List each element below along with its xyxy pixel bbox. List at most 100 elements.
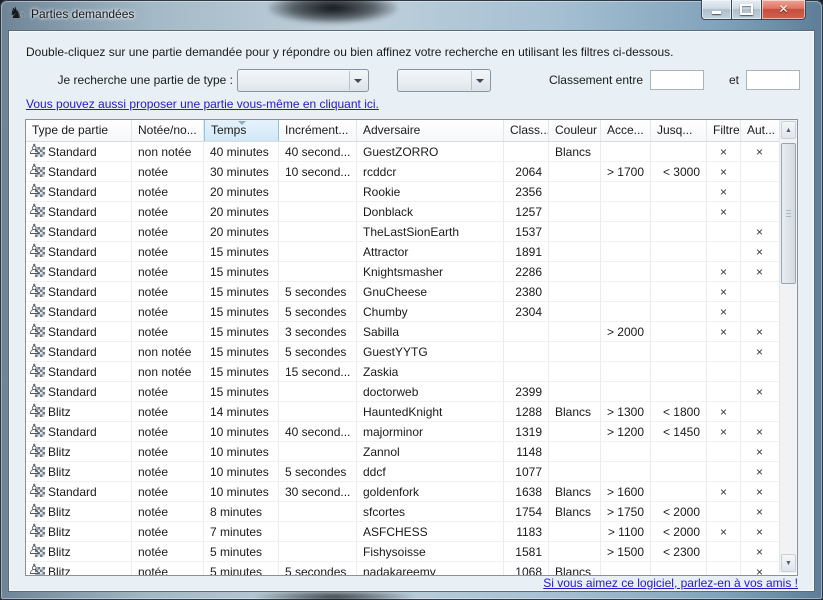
column-header-notee[interactable]: Notée/no... bbox=[132, 120, 204, 141]
table-row[interactable]: Blitznotée10 minutes5 secondesddcf1077× bbox=[26, 462, 797, 482]
column-header-jusqua[interactable]: Jusq... bbox=[651, 120, 707, 141]
cell-type: Blitz bbox=[26, 502, 132, 521]
cell-filtre bbox=[707, 222, 741, 241]
column-header-accepte[interactable]: Acce... bbox=[601, 120, 651, 141]
cell-type: Blitz bbox=[26, 462, 132, 481]
cell-accepte bbox=[601, 302, 651, 321]
column-header-aut[interactable]: Aut... bbox=[741, 120, 778, 141]
scrollbar-thumb[interactable] bbox=[781, 143, 796, 284]
cell-classement: 2286 bbox=[504, 262, 549, 281]
cell-adversaire: rcddcr bbox=[357, 162, 504, 181]
pawn-checkerboard-icon bbox=[28, 244, 45, 259]
table-row[interactable]: Blitznotée5 minutes5 secondesnadakareemy… bbox=[26, 562, 797, 575]
column-header-increment[interactable]: Incrément... bbox=[279, 120, 357, 141]
cell-notee: notée bbox=[132, 182, 204, 201]
vertical-scrollbar[interactable]: ▲ ▼ bbox=[779, 120, 797, 573]
cell-accepte bbox=[601, 562, 651, 575]
cell-aut bbox=[741, 282, 778, 301]
cell-notee: notée bbox=[132, 262, 204, 281]
title-bar[interactable]: ♞♘ Parties demandées ✕ bbox=[0, 0, 823, 30]
sort-indicator-icon bbox=[238, 121, 246, 125]
chevron-down-icon bbox=[349, 71, 367, 90]
table-row[interactable]: Blitznotée10 minutesZannol1148× bbox=[26, 442, 797, 462]
table-row[interactable]: Standardnon notée15 minutes15 second...Z… bbox=[26, 362, 797, 382]
cell-adversaire: Knightsmasher bbox=[357, 262, 504, 281]
table-row[interactable]: Standardnotée15 minutesdoctorweb2399× bbox=[26, 382, 797, 402]
cell-adversaire: Donblack bbox=[357, 202, 504, 221]
column-header-temps[interactable]: Temps bbox=[204, 120, 279, 141]
tell-friends-link[interactable]: Si vous aimez ce logiciel, parlez-en à v… bbox=[543, 576, 798, 590]
scroll-up-button[interactable]: ▲ bbox=[781, 121, 796, 139]
cell-filtre: × bbox=[707, 262, 741, 281]
column-header-adversaire[interactable]: Adversaire bbox=[357, 120, 504, 141]
cell-type: Standard bbox=[26, 202, 132, 221]
column-header-classement[interactable]: Class... bbox=[504, 120, 549, 141]
table-row[interactable]: Standardnotée15 minutes5 secondesGnuChee… bbox=[26, 282, 797, 302]
table-row[interactable]: Standardnotée15 minutes3 secondesSabilla… bbox=[26, 322, 797, 342]
cell-increment bbox=[279, 222, 357, 241]
cell-notee: notée bbox=[132, 502, 204, 521]
cell-jusqua bbox=[651, 362, 707, 381]
table-row[interactable]: Standardnotée10 minutes30 second...golde… bbox=[26, 482, 797, 502]
cell-filtre: × bbox=[707, 322, 741, 341]
rating-min-input[interactable] bbox=[650, 70, 704, 90]
rating-max-input[interactable] bbox=[746, 70, 800, 90]
cell-jusqua bbox=[651, 222, 707, 241]
table-row[interactable]: Standardnon notée15 minutes5 secondesGue… bbox=[26, 342, 797, 362]
table-row[interactable]: Standardnotée10 minutes40 second...major… bbox=[26, 422, 797, 442]
cell-temps: 30 minutes bbox=[204, 162, 279, 181]
minimize-button[interactable] bbox=[701, 0, 731, 20]
game-type-select[interactable] bbox=[237, 69, 369, 92]
cell-adversaire: goldenfork bbox=[357, 482, 504, 501]
table-row[interactable]: Blitznotée8 minutessfcortes1754Blancs> 1… bbox=[26, 502, 797, 522]
table-row[interactable]: Standardnotée15 minutesAttractor1891× bbox=[26, 242, 797, 262]
table-row[interactable]: Blitznotée5 minutesFishysoisse1581> 1500… bbox=[26, 542, 797, 562]
rating-and-label: et bbox=[729, 73, 739, 87]
cell-couleur bbox=[549, 222, 601, 241]
cell-type: Standard bbox=[26, 482, 132, 501]
cell-classement bbox=[504, 362, 549, 381]
propose-game-link[interactable]: Vous pouvez aussi proposer une partie vo… bbox=[26, 97, 379, 111]
column-header-filtre[interactable]: Filtre bbox=[707, 120, 741, 141]
table-body: Standardnon notée40 minutes40 second...G… bbox=[26, 142, 797, 575]
cell-classement: 2356 bbox=[504, 182, 549, 201]
cell-jusqua bbox=[651, 462, 707, 481]
cell-increment bbox=[279, 402, 357, 421]
cell-couleur bbox=[549, 282, 601, 301]
table-row[interactable]: Standardnotée20 minutesDonblack1257× bbox=[26, 202, 797, 222]
table-row[interactable]: Standardnotée20 minutesRookie2356× bbox=[26, 182, 797, 202]
cell-notee: notée bbox=[132, 382, 204, 401]
cell-accepte bbox=[601, 442, 651, 461]
cell-couleur bbox=[549, 242, 601, 261]
cell-classement bbox=[504, 342, 549, 361]
cell-classement: 1638 bbox=[504, 482, 549, 501]
column-header-couleur[interactable]: Couleur bbox=[549, 120, 601, 141]
cell-type: Standard bbox=[26, 422, 132, 441]
table-row[interactable]: Standardnotée15 minutes5 secondesChumby2… bbox=[26, 302, 797, 322]
table-row[interactable]: Standardnotée30 minutes10 second...rcddc… bbox=[26, 162, 797, 182]
scroll-down-button[interactable]: ▼ bbox=[781, 554, 796, 572]
column-header-type[interactable]: Type de partie bbox=[26, 120, 132, 141]
table-row[interactable]: Standardnotée15 minutesKnightsmasher2286… bbox=[26, 262, 797, 282]
maximize-icon bbox=[740, 4, 753, 15]
pawn-checkerboard-icon bbox=[28, 324, 45, 339]
table-row[interactable]: Standardnon notée40 minutes40 second...G… bbox=[26, 142, 797, 162]
pawn-checkerboard-icon bbox=[28, 364, 45, 379]
table-row[interactable]: Standardnotée20 minutesTheLastSionEarth1… bbox=[26, 222, 797, 242]
cell-notee: notée bbox=[132, 222, 204, 241]
pawn-checkerboard-icon bbox=[28, 424, 45, 439]
cell-temps: 15 minutes bbox=[204, 262, 279, 281]
maximize-button[interactable] bbox=[731, 0, 761, 20]
cell-accepte: > 1100 bbox=[601, 522, 651, 541]
table-row[interactable]: Blitznotée14 minutesHauntedKnight1288Bla… bbox=[26, 402, 797, 422]
cell-type: Blitz bbox=[26, 402, 132, 421]
cell-classement: 1754 bbox=[504, 502, 549, 521]
close-button[interactable]: ✕ bbox=[761, 0, 806, 20]
table-row[interactable]: Blitznotée7 minutesASFCHESS1183> 1100< 2… bbox=[26, 522, 797, 542]
cell-temps: 10 minutes bbox=[204, 422, 279, 441]
cell-aut: × bbox=[741, 322, 778, 341]
cell-accepte: > 1700 bbox=[601, 162, 651, 181]
game-subtype-select[interactable] bbox=[397, 69, 491, 92]
cell-classement: 1148 bbox=[504, 442, 549, 461]
window-title: Parties demandées bbox=[31, 7, 134, 21]
